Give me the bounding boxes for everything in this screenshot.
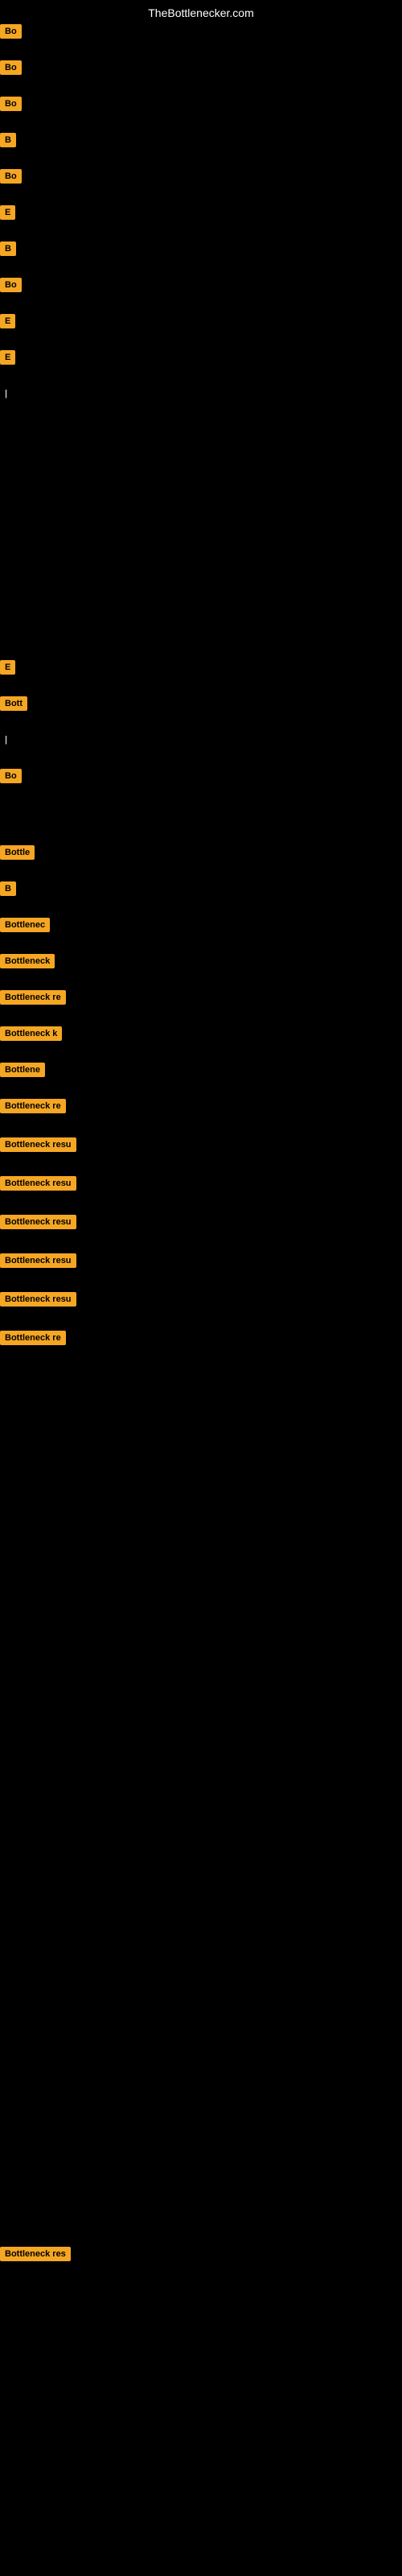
badge-lower6[interactable]: Bottleneck k [0, 1026, 62, 1041]
site-title: TheBottlenecker.com [148, 6, 254, 19]
badge-lower14[interactable]: Bottleneck re [0, 1331, 66, 1345]
badge-1[interactable]: Bo [0, 24, 22, 39]
badge-9[interactable]: E [0, 314, 15, 328]
badge-6[interactable]: E [0, 205, 15, 220]
badge-lower10[interactable]: Bottleneck resu [0, 1176, 76, 1191]
bottleneck-res-badge[interactable]: Bottleneck res [0, 2247, 71, 2261]
badge-mid3: | [0, 733, 12, 747]
badge-5[interactable]: Bo [0, 169, 22, 184]
badge-lower3[interactable]: Bottlenec [0, 918, 50, 932]
badge-10[interactable]: E [0, 350, 15, 365]
badge-lower7[interactable]: Bottlene [0, 1063, 45, 1077]
badge-7[interactable]: B [0, 242, 16, 256]
badge-lower13[interactable]: Bottleneck resu [0, 1292, 76, 1307]
badge-mid4[interactable]: Bo [0, 769, 22, 783]
badge-lower4[interactable]: Bottleneck [0, 954, 55, 968]
badge-8[interactable]: Bo [0, 278, 22, 292]
badge-2[interactable]: Bo [0, 60, 22, 75]
badge-4[interactable]: B [0, 133, 16, 147]
badge-lower9[interactable]: Bottleneck resu [0, 1137, 76, 1152]
badge-mid1[interactable]: E [0, 660, 15, 675]
badge-lower8[interactable]: Bottleneck re [0, 1099, 66, 1113]
badge-lower2[interactable]: B [0, 881, 16, 896]
badge-lower5[interactable]: Bottleneck re [0, 990, 66, 1005]
badge-lower1[interactable]: Bottle [0, 845, 35, 860]
badge-lower12[interactable]: Bottleneck resu [0, 1253, 76, 1268]
badge-3[interactable]: Bo [0, 97, 22, 111]
badge-lower11[interactable]: Bottleneck resu [0, 1215, 76, 1229]
badge-mid2[interactable]: Bott [0, 696, 27, 711]
badge-11: | [0, 386, 12, 401]
